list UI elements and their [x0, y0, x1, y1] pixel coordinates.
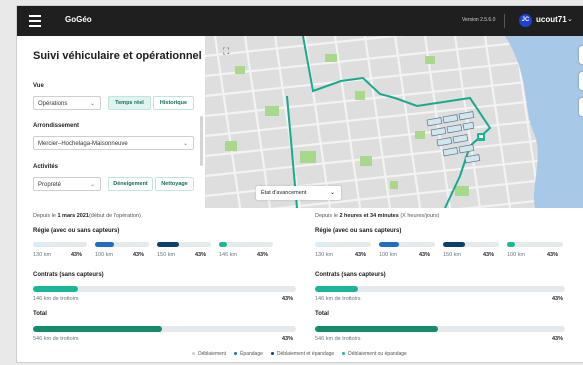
legend-dot-icon [270, 352, 274, 356]
contrats-bar [33, 286, 296, 292]
total-label: 546 km de trottoirs [315, 336, 361, 342]
legend: Déblaiement Épandage Déblaiement et épanda… [192, 351, 415, 357]
search-icon[interactable]: ⌕ [579, 46, 583, 64]
regie-pct-label: 43% [355, 252, 367, 258]
regie-km-label: 130 km [315, 252, 334, 258]
panel-scrollbar[interactable] [200, 116, 203, 166]
regie-mini-bar [33, 242, 87, 247]
regie-mini-bar [315, 242, 371, 247]
regie-mini-bar [507, 242, 563, 247]
stats-recent: Depuis le 2 heures et 34 minutes (X heur… [315, 208, 575, 348]
info-icon[interactable]: ⓘ [579, 98, 583, 116]
vue-select[interactable]: Opérations ⌄ [33, 96, 101, 110]
contrats-title: Contrats (sans capteurs) [33, 272, 104, 278]
chevron-down-icon: ⌄ [329, 190, 335, 196]
regie-title: Régie (avec ou sans capteurs) [33, 228, 120, 234]
regie-pct-label: 43% [195, 252, 207, 258]
regie-km-label: 150 km [443, 252, 462, 258]
legend-item: Déblaiement et épandage [270, 351, 334, 357]
arrondissement-value: Mercier–Hochelaga-Maisonneuve [38, 141, 128, 147]
total-pct: 43% [552, 336, 564, 342]
contrats-title: Contrats (sans capteurs) [315, 272, 386, 278]
regie-pct-label: 43% [71, 252, 83, 258]
activites-select[interactable]: Propreté ⌄ [33, 177, 101, 191]
regie-km-label: 100 km [507, 252, 526, 258]
app-window: GoGéo Version 2.5.6.0 JC ucout71 ⌄ Suivi… [17, 6, 583, 362]
regie-km-label: 146 km [219, 252, 238, 258]
contrats-pct: 43% [552, 296, 564, 302]
regie-pct-label: 43% [547, 252, 559, 258]
chevron-down-icon: ⌄ [89, 182, 95, 188]
regie-pct-label: 43% [133, 252, 145, 258]
since-text: Depuis le 2 heures et 34 minutes (X heur… [315, 213, 440, 219]
regie-pct-label: 43% [483, 252, 495, 258]
legend-dot-icon [192, 352, 195, 356]
menu-icon[interactable] [29, 15, 41, 27]
since-text: Depuis le 1 mars 2021(début de l'opérati… [33, 213, 141, 219]
regie-pct-label: 43% [257, 252, 269, 258]
temps-reel-button[interactable]: Temps réel [108, 96, 151, 110]
regie-pct-label: 43% [419, 252, 431, 258]
stats-section: Depuis le 1 mars 2021(début de l'opérati… [17, 208, 583, 362]
contrats-label: 146 km de trottoirs [315, 296, 361, 302]
contrats-label: 146 km de trottoirs [33, 296, 79, 302]
layers-icon[interactable]: ≋ [579, 72, 583, 90]
legend-item: Déblaiement [192, 351, 226, 357]
arrondissement-label: Arrondissement [33, 123, 80, 129]
topbar-divider [504, 14, 505, 28]
etat-label: État d'avancement [261, 190, 307, 196]
vue-label: Vue [33, 83, 44, 89]
map-canvas [205, 36, 583, 208]
legend-item: Déblaiement ou épandage [342, 351, 407, 357]
nettoyage-button[interactable]: Nettoyage [155, 177, 194, 191]
regie-mini-bar [157, 242, 211, 247]
chevron-down-icon[interactable]: ⌄ [567, 15, 573, 23]
page-title: Suivi véhiculaire et opérationnel [33, 50, 202, 62]
user-name[interactable]: ucout71 [536, 15, 567, 24]
etat-avancement-dropdown[interactable]: État d'avancement ⌄ [256, 186, 341, 200]
total-bar [33, 326, 296, 332]
activites-value: Propreté [38, 182, 62, 188]
expand-icon[interactable]: ⛶ [223, 46, 233, 56]
filter-panel: Suivi véhiculaire et opérationnel Vue Op… [17, 36, 205, 208]
map-view[interactable]: ⛶ ⌕ ≋ ⓘ État d'avancement ⌄ [205, 36, 583, 208]
regie-km-label: 100 km [95, 252, 114, 258]
historique-button[interactable]: Historique [153, 96, 194, 110]
vue-select-value: Opérations [38, 101, 68, 107]
total-bar [315, 326, 565, 332]
regie-title: Régie (avec ou sans capteurs) [315, 228, 402, 234]
legend-dot-icon [234, 352, 238, 356]
contrats-bar [315, 286, 565, 292]
arrondissement-select[interactable]: Mercier–Hochelaga-Maisonneuve ⌄ [33, 136, 194, 150]
regie-mini-bar [379, 242, 435, 247]
total-label: 546 km de trottoirs [33, 336, 79, 342]
contrats-pct: 43% [282, 296, 294, 302]
chevron-down-icon: ⌄ [182, 141, 188, 147]
total-title: Total [33, 311, 47, 317]
version-label: Version 2.5.6.0 [462, 17, 496, 23]
regie-km-label: 150 km [157, 252, 176, 258]
regie-mini-bar [443, 242, 499, 247]
regie-km-label: 130 km [33, 252, 52, 258]
total-pct: 43% [282, 336, 294, 342]
legend-dot-icon [342, 352, 346, 356]
avatar[interactable]: JC [519, 14, 532, 27]
regie-mini-bar [219, 242, 273, 247]
deneigement-button[interactable]: Déneigement [108, 177, 153, 191]
app-brand: GoGéo [65, 15, 92, 24]
regie-mini-bar [95, 242, 149, 247]
top-bar: GoGéo Version 2.5.6.0 JC ucout71 ⌄ [17, 6, 583, 36]
regie-km-label: 100 km [379, 252, 398, 258]
total-title: Total [315, 311, 329, 317]
chevron-down-icon: ⌄ [89, 101, 95, 107]
activites-label: Activités [33, 164, 59, 170]
stats-since-start: Depuis le 1 mars 2021(début de l'opérati… [33, 208, 296, 348]
legend-item: Épandage [234, 351, 263, 357]
